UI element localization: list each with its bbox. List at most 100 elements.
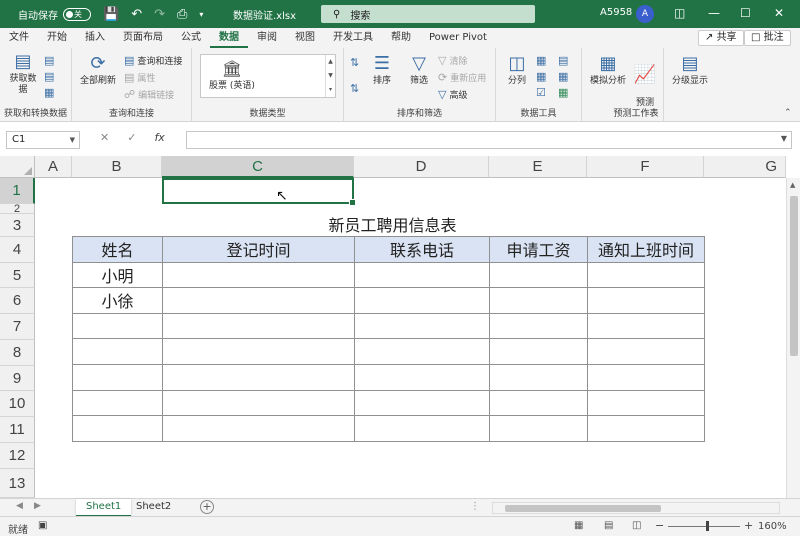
filter-button[interactable]: ▽ 筛选	[406, 54, 432, 87]
insert-function-icon[interactable]: fx	[154, 131, 164, 144]
consolidate-icon[interactable]: ▤	[558, 54, 571, 67]
row-header-9[interactable]: 9	[0, 366, 35, 391]
row-header-5[interactable]: 5	[0, 263, 35, 288]
stocks-button[interactable]: 🏛 股票 (英语)	[207, 59, 257, 91]
redo-icon[interactable]: ↷	[154, 7, 165, 22]
table-cell[interactable]	[162, 338, 355, 365]
save-icon[interactable]: 💾	[103, 7, 119, 22]
reapply-button[interactable]: ⟳ 重新应用	[438, 71, 486, 84]
vertical-scrollbar[interactable]: ▲	[786, 178, 800, 498]
row-header-1[interactable]: 1	[0, 178, 35, 204]
from-web-icon[interactable]: ▤	[44, 70, 57, 83]
cancel-icon[interactable]: ✕	[100, 131, 109, 144]
horizontal-scrollbar[interactable]	[492, 502, 780, 514]
table-cell[interactable]	[72, 415, 163, 442]
table-cell[interactable]	[587, 338, 705, 365]
data-model-icon[interactable]: ▦	[558, 86, 571, 99]
row-header-10[interactable]: 10	[0, 391, 35, 417]
table-cell[interactable]	[162, 312, 355, 340]
gallery-scroll[interactable]: ▲ ▼ ▾	[325, 55, 335, 97]
sort-asc-icon[interactable]: ⇅	[350, 56, 362, 69]
table-cell[interactable]	[162, 363, 355, 391]
table-cell[interactable]	[162, 261, 355, 289]
table-cell[interactable]	[162, 389, 355, 417]
column-header-a[interactable]: A	[35, 156, 72, 178]
zoom-in-icon[interactable]: +	[744, 519, 753, 532]
tab-home[interactable]: 开始	[38, 28, 76, 48]
ribbon-display-icon[interactable]: ◫	[674, 6, 685, 20]
header-phone[interactable]: 联系电话	[354, 236, 490, 263]
table-cell[interactable]	[587, 363, 705, 391]
table-cell[interactable]	[489, 287, 588, 314]
table-cell[interactable]	[489, 363, 588, 391]
what-if-button[interactable]: ▦ 模拟分析	[588, 54, 628, 87]
zoom-slider[interactable]	[668, 526, 740, 527]
advanced-button[interactable]: ▽ 高级	[438, 88, 467, 101]
close-icon[interactable]: ✕	[774, 6, 784, 20]
table-cell[interactable]	[72, 389, 163, 417]
tab-page-layout[interactable]: 页面布局	[114, 28, 172, 48]
header-salary[interactable]: 申请工资	[489, 236, 588, 263]
expand-formula-icon[interactable]: ▼	[781, 134, 787, 143]
text-to-columns-button[interactable]: ◫ 分列	[504, 54, 530, 87]
tab-help[interactable]: 帮助	[382, 28, 420, 48]
table-cell[interactable]	[587, 287, 705, 314]
remove-duplicates-icon[interactable]: ▦	[536, 70, 549, 83]
tab-power-pivot[interactable]: Power Pivot	[420, 28, 496, 48]
row-header-6[interactable]: 6	[0, 288, 35, 314]
minimize-icon[interactable]: —	[708, 6, 720, 20]
header-name[interactable]: 姓名	[72, 236, 163, 263]
active-cell-outline[interactable]	[162, 178, 356, 206]
horizontal-scroll-thumb[interactable]	[505, 505, 661, 512]
table-cell[interactable]	[489, 389, 588, 417]
table-cell[interactable]	[162, 415, 355, 442]
tab-developer[interactable]: 开发工具	[324, 28, 382, 48]
row-header-13[interactable]: 13	[0, 469, 35, 498]
search-box[interactable]: ⚲ 搜索	[321, 5, 535, 23]
split-handle-icon[interactable]: ⋮	[470, 501, 480, 512]
table-cell[interactable]	[489, 261, 588, 289]
zoom-level[interactable]: 160%	[758, 521, 787, 532]
row-header-7[interactable]: 7	[0, 314, 35, 340]
properties-button[interactable]: ▤ 属性	[124, 71, 155, 84]
flash-fill-icon[interactable]: ▦	[536, 54, 549, 67]
prev-sheet-icon[interactable]: ◀	[16, 501, 23, 511]
table-cell[interactable]	[162, 287, 355, 314]
maximize-icon[interactable]: ☐	[740, 6, 751, 20]
tab-view[interactable]: 视图	[286, 28, 324, 48]
header-register-time[interactable]: 登记时间	[162, 236, 355, 263]
row-header-12[interactable]: 12	[0, 443, 35, 469]
sort-desc-icon[interactable]: ⇅	[350, 82, 362, 95]
row-header-11[interactable]: 11	[0, 417, 35, 443]
collapse-ribbon-icon[interactable]: ⌃	[784, 108, 792, 118]
user-name[interactable]: A5958	[600, 7, 632, 18]
scroll-up-icon[interactable]: ▲	[790, 181, 795, 189]
table-cell[interactable]	[72, 312, 163, 340]
column-header-f[interactable]: F	[587, 156, 704, 178]
tab-formulas[interactable]: 公式	[172, 28, 210, 48]
table-cell[interactable]	[354, 389, 490, 417]
customize-qat-icon[interactable]: ▾	[199, 10, 203, 19]
sort-button[interactable]: ☰ 排序	[370, 54, 394, 87]
zoom-out-icon[interactable]: −	[655, 519, 664, 532]
table-cell[interactable]: 小明	[72, 261, 163, 289]
share-button[interactable]: ↗ 共享	[698, 30, 744, 46]
normal-view-icon[interactable]: ▦	[574, 520, 583, 531]
worksheet-grid[interactable]: A B C D E F G 1 2 3 4 5 6 7 8 9 10 11 12…	[0, 156, 800, 498]
clear-button[interactable]: ▽ 清除	[438, 54, 467, 67]
avatar[interactable]: A	[636, 5, 654, 23]
page-layout-view-icon[interactable]: ▤	[604, 520, 613, 531]
get-data-button[interactable]: ▤ 获取数据	[6, 52, 40, 96]
enter-icon[interactable]: ✓	[127, 131, 136, 144]
column-header-b[interactable]: B	[72, 156, 162, 178]
column-header-c[interactable]: C	[162, 156, 354, 178]
queries-connections-button[interactable]: ▤ 查询和连接	[124, 54, 182, 67]
table-cell[interactable]	[587, 415, 705, 442]
tab-data[interactable]: 数据	[210, 28, 248, 48]
tab-insert[interactable]: 插入	[76, 28, 114, 48]
refresh-all-button[interactable]: ⟳ 全部刷新	[80, 54, 116, 87]
table-cell[interactable]	[587, 261, 705, 289]
table-cell[interactable]: 小徐	[72, 287, 163, 314]
data-type-gallery[interactable]: 🏛 股票 (英语) ▲ ▼ ▾	[200, 54, 336, 98]
outline-button[interactable]: ▤ 分级显示	[668, 54, 712, 87]
